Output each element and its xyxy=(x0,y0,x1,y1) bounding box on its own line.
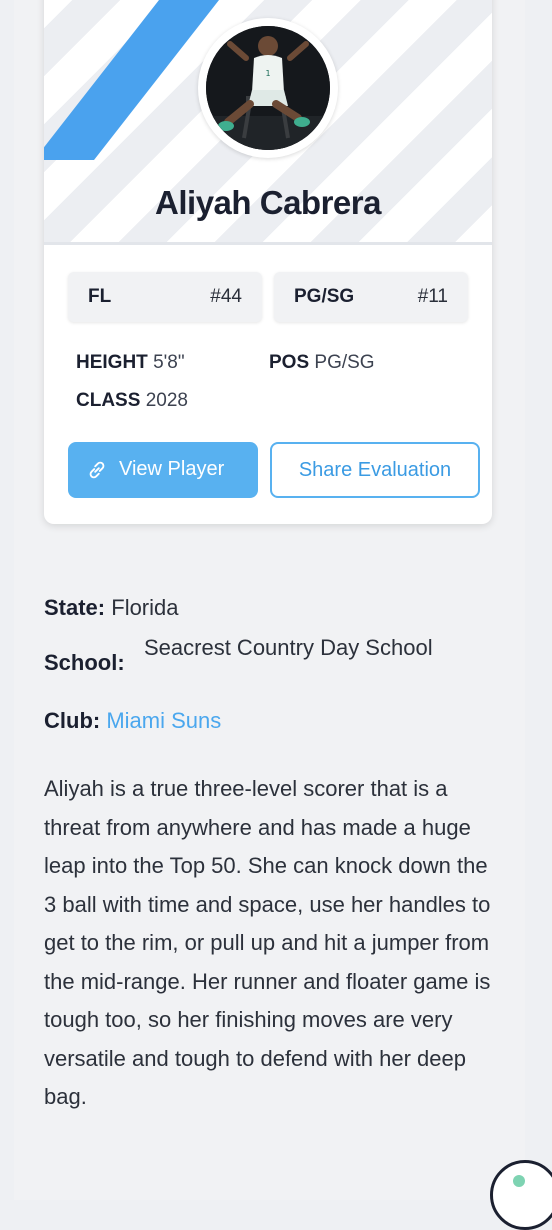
share-evaluation-button[interactable]: Share Evaluation xyxy=(270,442,480,498)
club-label: Club: xyxy=(44,708,101,733)
position-number-chip: PG/SG #11 xyxy=(274,272,468,322)
class-label: CLASS xyxy=(76,390,141,411)
player-name: Aliyah Cabrera xyxy=(155,184,381,221)
height-label: HEIGHT xyxy=(76,352,148,373)
school-label: School: xyxy=(44,650,125,675)
height-stat: HEIGHT 5'8" xyxy=(76,352,185,374)
player-photo-icon: 1 xyxy=(206,26,330,150)
avatar[interactable]: 1 xyxy=(206,26,330,150)
link-icon xyxy=(89,461,105,479)
pos-label: POS xyxy=(269,352,310,373)
player-card: 1 Aliyah Cabrera FL #44 PG/SG #11 HEIGHT… xyxy=(44,0,492,524)
view-player-button[interactable]: View Player xyxy=(68,442,258,498)
club-row: Club: Miami Suns xyxy=(44,708,221,734)
header-divider xyxy=(44,242,492,245)
chip-position: PG/SG xyxy=(294,286,355,307)
share-evaluation-label: Share Evaluation xyxy=(298,459,452,481)
chat-widget-button[interactable] xyxy=(490,1160,552,1230)
state-value: Florida xyxy=(111,595,179,620)
view-player-label: View Player xyxy=(119,458,225,480)
state-label: State: xyxy=(44,595,106,620)
chip-number: #44 xyxy=(210,286,242,307)
club-link[interactable]: Miami Suns xyxy=(106,708,221,733)
position-stat: POS PG/SG xyxy=(269,352,375,374)
svg-text:1: 1 xyxy=(265,69,270,78)
state-number-chip: FL #44 xyxy=(68,272,262,322)
avatar-frame: 1 xyxy=(198,18,338,158)
player-bio: Aliyah is a true three-level scorer that… xyxy=(44,776,491,1109)
chat-status-dot xyxy=(513,1175,525,1187)
state-row: State: Florida xyxy=(44,595,179,621)
school-value: Seacrest Country Day School xyxy=(144,635,433,660)
chip-number: #11 xyxy=(417,286,448,307)
class-value: 2028 xyxy=(145,390,188,411)
pos-value: PG/SG xyxy=(314,352,375,373)
class-stat: CLASS 2028 xyxy=(76,390,188,412)
height-value: 5'8" xyxy=(153,352,185,373)
chip-state: FL xyxy=(88,286,112,307)
